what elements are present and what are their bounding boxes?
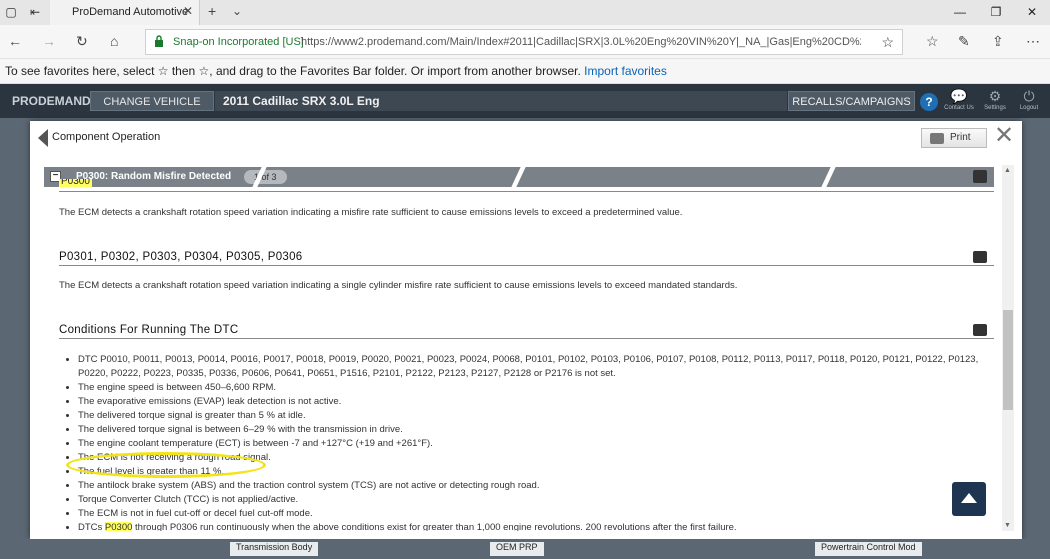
scroll-to-top-button[interactable] — [952, 482, 986, 516]
background-tiles: Transmission Body OEM PRP Powertrain Con… — [0, 539, 1050, 559]
modal-content: − P0300: Random Misfire Detected 1 of 3 … — [44, 165, 1006, 531]
list-item: DTCs P0300 through P0306 run continuousl… — [78, 521, 986, 531]
paragraph-p0300: The ECM detects a crankshaft rotation sp… — [59, 207, 683, 218]
app-header: PRODEMAND CHANGE VEHICLE 2011 Cadillac S… — [0, 84, 1050, 118]
certificate-org: Snap-on Incorporated [US] — [173, 36, 304, 48]
divider — [821, 167, 836, 187]
contact-label: Contact Us — [944, 105, 974, 111]
window-controls: — ❐ ✕ — [942, 0, 1050, 25]
new-tab-icon[interactable]: + — [208, 3, 216, 19]
minimize-icon[interactable]: — — [942, 0, 978, 25]
scrollbar[interactable]: ▲ ▼ — [1002, 165, 1014, 531]
import-favorites-link[interactable]: Import favorites — [584, 64, 667, 78]
divider — [59, 191, 994, 192]
prodemand-logo: PRODEMAND — [12, 94, 91, 108]
tab-back-icon[interactable]: ⇤ — [26, 3, 44, 21]
lock-icon — [155, 35, 163, 47]
print-button[interactable]: Print — [921, 128, 987, 148]
dtc-text-pre: DTCs — [78, 522, 105, 531]
component-operation-modal: Component Operation Print ✕ − P0300: Ran… — [30, 121, 1022, 539]
recalls-campaigns-button[interactable]: RECALLS/CAMPAIGNS — [788, 91, 915, 111]
heading-cylinder-misfire: P0301, P0302, P0303, P0304, P0305, P0306 — [59, 251, 303, 263]
home-icon[interactable]: ⌂ — [110, 33, 118, 49]
tab-title: ProDemand Automotive — [72, 6, 189, 18]
scroll-down-icon[interactable]: ▼ — [1004, 522, 1011, 529]
cutoff-heading: P0300 — [59, 179, 92, 187]
dtc-text-post: through P0306 run continuously when the … — [132, 522, 737, 531]
change-vehicle-button[interactable]: CHANGE VEHICLE — [90, 91, 214, 111]
print-label: Print — [950, 132, 971, 143]
heading-conditions: Conditions For Running The DTC — [59, 324, 239, 336]
favorites-bar: To see favorites here, select ☆ then ☆, … — [0, 59, 1050, 84]
logout-icon: ⏻ — [1023, 88, 1035, 104]
scroll-up-icon[interactable]: ▲ — [1004, 167, 1011, 174]
section-print-icon[interactable] — [973, 170, 987, 183]
tab-list-chevron-icon[interactable]: ⌄ — [232, 4, 242, 18]
favorites-bar-text: To see favorites here, select ☆ then ☆, … — [5, 64, 667, 78]
contact-us-button[interactable]: 💬 Contact Us — [941, 88, 977, 111]
conditions-list: DTC P0010, P0011, P0013, P0014, P0016, P… — [66, 353, 986, 531]
vehicle-label: 2011 Cadillac SRX 3.0L Eng — [215, 91, 787, 111]
highlight-annotation — [66, 452, 266, 478]
heading-print-icon[interactable] — [973, 324, 987, 336]
settings-button[interactable]: ⚙ Settings — [977, 88, 1013, 111]
forward-arrow-icon[interactable]: → — [42, 33, 56, 49]
tab-close-icon[interactable]: ✕ — [183, 4, 193, 18]
logout-button[interactable]: ⏻ Logout — [1011, 88, 1047, 111]
modal-title: Component Operation — [52, 131, 161, 143]
help-icon[interactable]: ? — [920, 93, 938, 111]
back-arrow-icon[interactable] — [38, 129, 48, 147]
list-item: Torque Converter Clutch (TCC) is not app… — [78, 493, 986, 507]
browser-tab-bar: ▢ ⇤ ProDemand Automotive ✕ + ⌄ — ❐ ✕ — [0, 0, 1050, 25]
section-header[interactable]: − P0300: Random Misfire Detected 1 of 3 — [44, 167, 994, 187]
divider — [59, 338, 994, 339]
background-tile: Powertrain Control Mod — [815, 542, 922, 556]
paragraph-cylinder-misfire: The ECM detects a crankshaft rotation sp… — [59, 280, 738, 291]
list-item: The delivered torque signal is greater t… — [78, 409, 986, 423]
pen-icon[interactable]: ✎ — [958, 33, 970, 50]
more-icon[interactable]: ⋯ — [1026, 33, 1040, 50]
refresh-icon[interactable]: ↻ — [76, 33, 88, 50]
list-item: DTC P0010, P0011, P0013, P0014, P0016, P… — [78, 353, 986, 381]
list-item: The antilock brake system (ABS) and the … — [78, 479, 986, 493]
restore-icon[interactable]: ❐ — [978, 0, 1014, 25]
modal-close-icon[interactable]: ✕ — [994, 124, 1014, 148]
logout-label: Logout — [1019, 105, 1039, 111]
list-item: The engine speed is between 450–6,600 RP… — [78, 381, 986, 395]
section-title: P0300: Random Misfire Detected — [76, 171, 232, 182]
list-item: The delivered torque signal is between 6… — [78, 423, 986, 437]
divider — [59, 265, 994, 266]
background-tile: OEM PRP — [490, 542, 544, 556]
settings-label: Settings — [984, 105, 1006, 111]
browser-tab[interactable]: ProDemand Automotive ✕ — [50, 0, 200, 25]
url-text: https://www2.prodemand.com/Main/Index#20… — [301, 36, 861, 48]
arrow-up-icon — [961, 493, 977, 503]
scroll-thumb[interactable] — [1003, 310, 1013, 410]
divider — [511, 167, 526, 187]
window-close-icon[interactable]: ✕ — [1014, 0, 1050, 25]
list-item: The engine coolant temperature (ECT) is … — [78, 437, 986, 451]
heading-print-icon[interactable] — [973, 251, 987, 263]
chat-icon: 💬 — [950, 88, 968, 104]
highlighted-dtc: P0300 — [104, 522, 133, 531]
page-counter: 1 of 3 — [244, 170, 287, 184]
back-arrow-icon[interactable]: ← — [8, 33, 22, 49]
share-icon[interactable]: ⇪ — [992, 33, 1004, 50]
favorites-hub-icon[interactable]: ☆ — [926, 33, 939, 50]
favorites-hint: To see favorites here, select ☆ then ☆, … — [5, 64, 581, 78]
favorite-star-icon[interactable]: ☆ — [881, 34, 894, 51]
tab-preview-icon[interactable]: ▢ — [2, 3, 20, 21]
url-input[interactable]: Snap-on Incorporated [US] https://www2.p… — [145, 29, 903, 55]
gear-icon: ⚙ — [988, 88, 1002, 104]
address-bar: ← → ↻ ⌂ Snap-on Incorporated [US] https:… — [0, 25, 1050, 59]
list-item: The evaporative emissions (EVAP) leak de… — [78, 395, 986, 409]
printer-icon — [930, 133, 944, 144]
background-tile: Transmission Body — [230, 542, 319, 556]
list-item: The ECM is not in fuel cut-off or decel … — [78, 507, 986, 521]
